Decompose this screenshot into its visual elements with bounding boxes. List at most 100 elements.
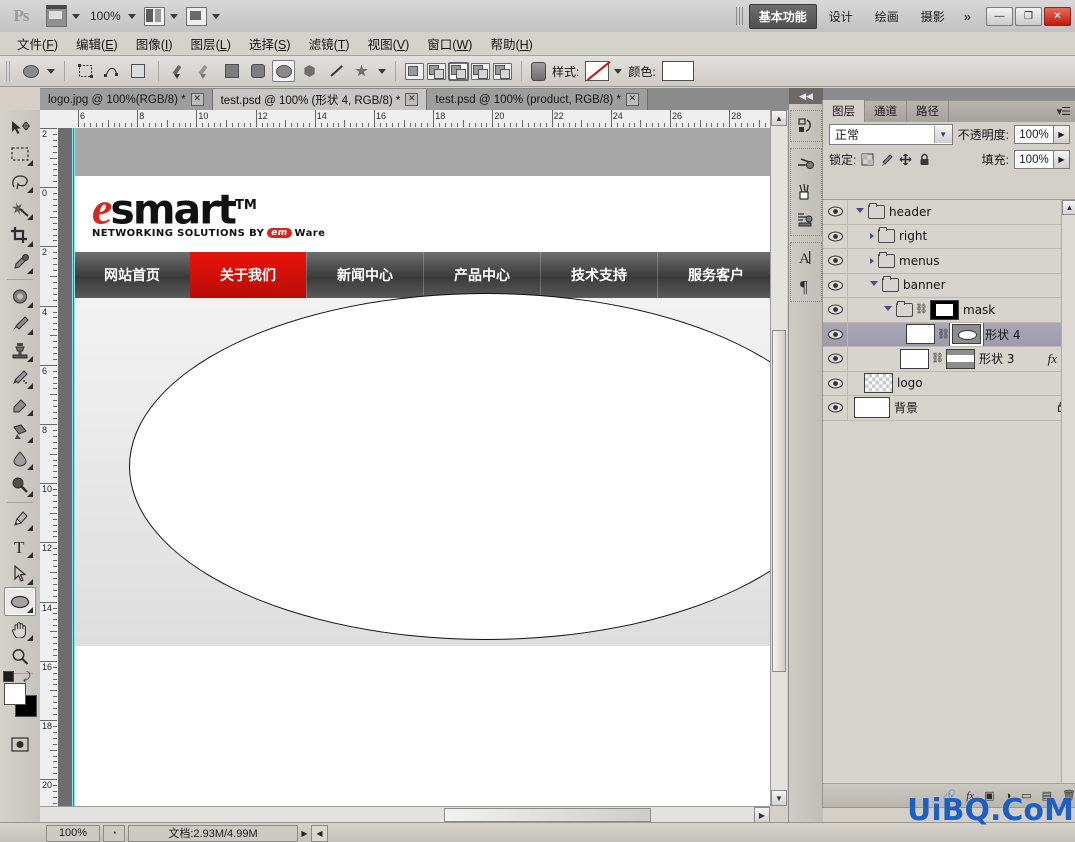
- history-brush-tool[interactable]: [5, 364, 35, 391]
- eyedropper-tool[interactable]: [5, 249, 35, 276]
- menu-select[interactable]: 选择(S): [240, 32, 300, 55]
- lock-all-icon[interactable]: [918, 153, 931, 166]
- quick-mask-mode-button[interactable]: [5, 731, 35, 758]
- lock-position-icon[interactable]: [899, 153, 912, 166]
- zoom-level-dropdown[interactable]: 100%: [84, 0, 140, 32]
- layer-row-shape-4[interactable]: ⛓ 形状 4: [823, 322, 1075, 347]
- chevron-right-icon[interactable]: [870, 233, 874, 240]
- canvas-vertical-scrollbar[interactable]: ▲ ▼: [770, 110, 787, 806]
- crop-tool[interactable]: [5, 222, 35, 249]
- foreground-color-swatch[interactable]: [4, 683, 26, 705]
- tab-paths[interactable]: 路径: [907, 100, 949, 122]
- chevron-down-icon[interactable]: [856, 207, 864, 216]
- magic-wand-tool[interactable]: [5, 195, 35, 222]
- options-bar-grip[interactable]: [6, 61, 12, 81]
- layer-row-menus[interactable]: menus: [823, 249, 1075, 274]
- fill-pixels-mode-button[interactable]: [126, 60, 149, 82]
- zoom-tool[interactable]: [5, 643, 35, 670]
- layer-thumbnail[interactable]: [864, 373, 893, 394]
- subtract-from-shape-area-button[interactable]: [427, 62, 446, 80]
- close-icon[interactable]: ✕: [625, 93, 639, 106]
- add-to-shape-area-button[interactable]: [405, 62, 424, 80]
- color-swatches-icon[interactable]: [793, 179, 819, 205]
- workspace-painting[interactable]: 绘画: [865, 4, 909, 29]
- vertical-ruler[interactable]: 20246810121416182022: [40, 128, 59, 822]
- layer-row-logo[interactable]: logo: [823, 371, 1075, 396]
- hand-tool[interactable]: [5, 616, 35, 643]
- polygon-tool-option[interactable]: [298, 60, 321, 82]
- fill-value[interactable]: 100%: [1014, 150, 1054, 169]
- layer-thumbnail[interactable]: [854, 397, 890, 419]
- menu-window[interactable]: 窗口(W): [418, 32, 481, 55]
- scroll-up-button[interactable]: ▲: [1062, 200, 1075, 215]
- layer-row-right[interactable]: right: [823, 224, 1075, 249]
- opacity-stepper[interactable]: ▶: [1054, 125, 1070, 144]
- vector-mask-thumbnail[interactable]: [950, 322, 983, 346]
- lock-transparency-icon[interactable]: [861, 153, 874, 166]
- status-collapse-button[interactable]: ◀: [311, 824, 328, 842]
- paths-mode-button[interactable]: [100, 60, 123, 82]
- layer-list[interactable]: header right menus banner ⛓ mask ⛓ 形状 4 …: [823, 199, 1075, 785]
- workspace-essentials[interactable]: 基本功能: [748, 3, 817, 29]
- layer-row-background[interactable]: 背景: [823, 396, 1075, 421]
- vector-mask-thumbnail[interactable]: [946, 348, 975, 369]
- link-icon[interactable]: ⛓: [915, 303, 928, 316]
- layer-thumbnail[interactable]: [906, 324, 935, 345]
- lock-image-pixels-icon[interactable]: [880, 153, 894, 166]
- canvas-horizontal-scrollbar[interactable]: ▶: [40, 806, 770, 823]
- chevron-down-icon[interactable]: [870, 281, 878, 289]
- nav-item-support[interactable]: 技术支持: [540, 252, 657, 298]
- doc-tab-test-shape4[interactable]: test.psd @ 100% (形状 4, RGB/8) * ✕: [212, 89, 428, 110]
- rectangular-marquee-tool[interactable]: [5, 141, 35, 168]
- maximize-button[interactable]: ❐: [1015, 6, 1042, 26]
- layer-row-header[interactable]: header: [823, 200, 1075, 225]
- layer-visibility-toggle[interactable]: [823, 249, 848, 273]
- layer-row-shape-3[interactable]: ⛓ 形状 3 fx: [823, 347, 1075, 372]
- layer-row-mask[interactable]: ⛓ mask: [823, 298, 1075, 323]
- canvas-area[interactable]: esmartTM NETWORKING SOLUTIONS BY em Ware…: [58, 128, 770, 822]
- tab-layers[interactable]: 图层: [823, 100, 865, 122]
- adjustments-icon[interactable]: [793, 151, 819, 177]
- horizontal-ruler[interactable]: 6 8 10 12 14 16 18 20 22 24 26 28: [58, 110, 770, 129]
- link-icon[interactable]: ⛓: [931, 352, 944, 365]
- lasso-tool[interactable]: [5, 168, 35, 195]
- freeform-pen-tool-option[interactable]: [194, 60, 217, 82]
- close-button[interactable]: ✕: [1044, 6, 1071, 26]
- layer-thumbnail[interactable]: [900, 348, 929, 369]
- history-icon[interactable]: [793, 113, 819, 139]
- layer-visibility-toggle[interactable]: [823, 322, 848, 346]
- spot-healing-brush-tool[interactable]: [5, 283, 35, 310]
- styles-icon[interactable]: [793, 207, 819, 233]
- opacity-value[interactable]: 100%: [1014, 125, 1054, 144]
- document-page[interactable]: esmartTM NETWORKING SOLUTIONS BY em Ware…: [72, 128, 770, 822]
- combine-shape-button[interactable]: [493, 62, 512, 80]
- tool-preset-picker[interactable]: [19, 60, 42, 82]
- menu-layer[interactable]: 图层(L): [182, 32, 240, 55]
- menu-view[interactable]: 视图(V): [359, 32, 419, 55]
- horizontal-type-tool[interactable]: T: [5, 533, 35, 560]
- gradient-tool[interactable]: [5, 418, 35, 445]
- horizontal-scroll-thumb[interactable]: [444, 808, 651, 822]
- doc-tab-test-product[interactable]: test.psd @ 100% (product, RGB/8) * ✕: [427, 89, 648, 110]
- pen-tool[interactable]: [5, 506, 35, 533]
- chevron-down-icon[interactable]: [614, 68, 623, 74]
- shape-layers-mode-button[interactable]: [74, 60, 97, 82]
- nav-item-products[interactable]: 产品中心: [423, 252, 540, 298]
- menu-file[interactable]: 文件(F): [8, 32, 67, 55]
- ellipse-tool-option[interactable]: [272, 60, 295, 82]
- blur-tool[interactable]: [5, 445, 35, 472]
- layer-visibility-toggle[interactable]: [823, 347, 848, 371]
- chevron-down-icon[interactable]: [884, 305, 892, 314]
- screen-mode-button[interactable]: [182, 0, 224, 32]
- paragraph-panel-icon[interactable]: ¶: [793, 273, 819, 299]
- brush-tool[interactable]: [5, 310, 35, 337]
- opacity-field[interactable]: 100% ▶: [1014, 125, 1070, 144]
- nav-item-service[interactable]: 服务客户: [657, 252, 770, 298]
- arrange-documents-button[interactable]: [140, 0, 182, 32]
- scroll-down-button[interactable]: ▼: [771, 790, 787, 806]
- drag-grip[interactable]: [735, 7, 743, 25]
- close-icon[interactable]: ✕: [405, 93, 419, 106]
- more-workspaces-icon[interactable]: »: [957, 9, 978, 24]
- collapse-panels-button[interactable]: ◀◀: [789, 88, 823, 104]
- blend-mode-select[interactable]: 正常 ▼: [829, 124, 953, 145]
